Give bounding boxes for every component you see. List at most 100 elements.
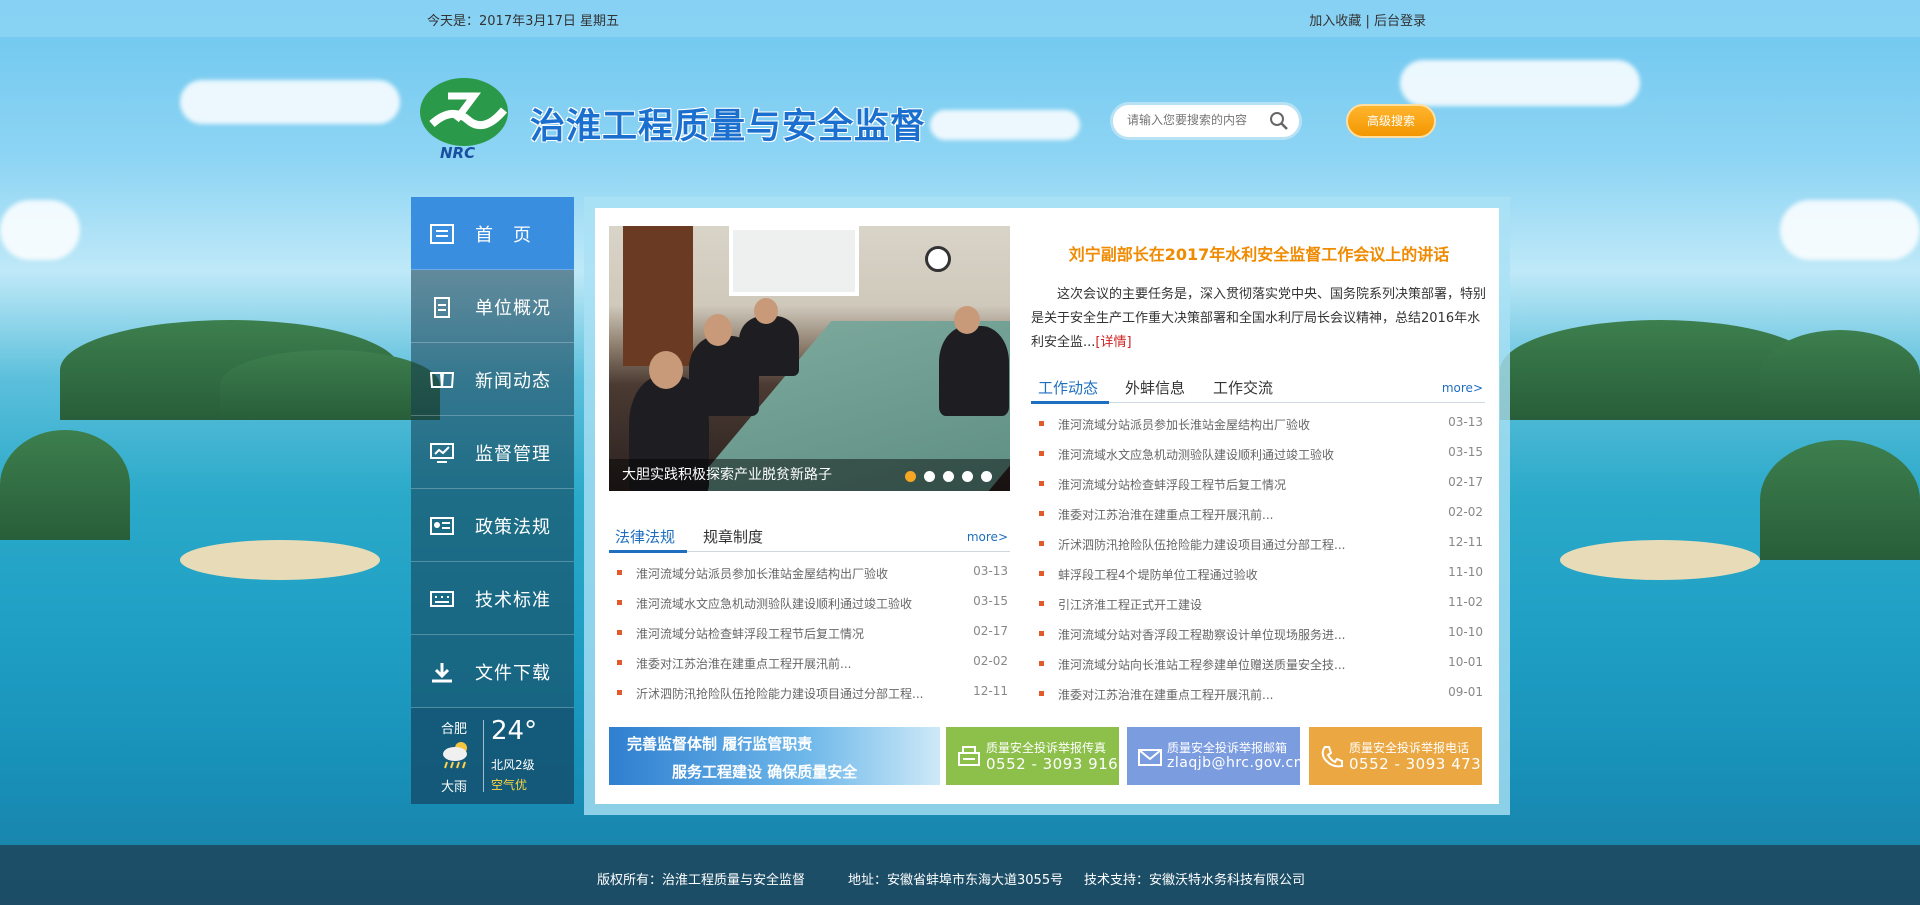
slider-dot[interactable]: [924, 471, 935, 482]
slogan-line-1: 完善监督体制 履行监管职责: [627, 735, 813, 753]
photo-person: [739, 316, 799, 376]
bookmark-link[interactable]: 加入收藏: [1309, 14, 1361, 29]
photo-person: [939, 326, 1009, 416]
admin-login-link[interactable]: 后台登录: [1374, 14, 1426, 29]
news-title[interactable]: 淮委对江苏治淮在建重点工程开展汛前...: [636, 655, 851, 672]
slider-dot[interactable]: [981, 471, 992, 482]
news-date: 10-01: [1448, 655, 1483, 669]
sidebar-item-supervision[interactable]: 监督管理: [411, 416, 574, 489]
work-news-more-link[interactable]: more>: [1442, 381, 1483, 395]
slider-dot[interactable]: [905, 471, 916, 482]
news-title[interactable]: 沂沭泗防汛抢险队伍抢险能力建设项目通过分部工程...: [636, 685, 923, 702]
news-title[interactable]: 淮河流域水文应急机动测验队建设顺利通过竣工验收: [636, 595, 912, 612]
photo-person-head: [754, 298, 778, 324]
list-item[interactable]: 淮河流域分站对香浮段工程勘察设计单位现场服务进... 10-10: [1031, 623, 1485, 653]
bullet: [1039, 541, 1044, 546]
news-date: 02-02: [973, 654, 1008, 668]
news-title[interactable]: 淮委对江苏治淮在建重点工程开展汛前...: [1058, 686, 1273, 703]
sidebar-item-news[interactable]: 新闻动态: [411, 343, 574, 416]
list-item[interactable]: 沂沭泗防汛抢险队伍抢险能力建设项目通过分部工程... 12-11: [1031, 533, 1485, 563]
sidebar-item-standards[interactable]: 技术标准: [411, 562, 574, 635]
work-news-tabs: 工作动态 外蚌信息 工作交流 more>: [1031, 373, 1485, 404]
news-title[interactable]: 淮河流域分站检查蚌浮段工程节后复工情况: [1058, 476, 1286, 493]
weather-widget: 合肥 大雨 24° 北风2级 空气优: [411, 708, 574, 804]
hill-shape: [0, 430, 130, 540]
list-item[interactable]: 沂沭泗防汛抢险队伍抢险能力建设项目通过分部工程... 12-11: [609, 682, 1010, 712]
list-item[interactable]: 淮河流域分站检查蚌浮段工程节后复工情况 02-17: [609, 622, 1010, 652]
contact-value: 0552 - 3093 473: [1349, 755, 1482, 773]
news-date: 02-17: [973, 624, 1008, 638]
slogan-line-2: 服务工程建设 确保质量安全: [672, 763, 858, 781]
list-item[interactable]: 淮河流域水文应急机动测验队建设顺利通过竣工验收 03-15: [1031, 443, 1485, 473]
nrc-logo-icon[interactable]: NRC: [412, 76, 516, 162]
search-icon[interactable]: [1269, 111, 1289, 131]
slider-dot[interactable]: [962, 471, 973, 482]
news-title[interactable]: 淮河流域分站对香浮段工程勘察设计单位现场服务进...: [1058, 626, 1345, 643]
detail-link[interactable]: [详情]: [1095, 335, 1131, 350]
sidebar-item-policy[interactable]: 政策法规: [411, 489, 574, 562]
tab-external-info[interactable]: 外蚌信息: [1125, 377, 1185, 398]
list-item[interactable]: 淮河流域分站派员参加长淮站金屋结构出厂验收 03-13: [1031, 413, 1485, 443]
advanced-search-button[interactable]: 高级搜索: [1346, 104, 1436, 138]
tab-laws[interactable]: 法律法规: [615, 526, 675, 547]
list-item[interactable]: 淮委对江苏治淮在建重点工程开展汛前... 02-02: [609, 652, 1010, 682]
tab-work-exchange[interactable]: 工作交流: [1213, 377, 1273, 398]
news-title[interactable]: 蚌浮段工程4个堤防单位工程通过验收: [1058, 566, 1258, 583]
sidebar-item-label: 首页: [475, 225, 551, 246]
sidebar-item-overview[interactable]: 单位概况: [411, 270, 574, 343]
phone-icon: [1321, 746, 1343, 768]
tab-work-updates[interactable]: 工作动态: [1038, 377, 1098, 398]
news-title[interactable]: 淮河流域分站向长淮站工程参建单位赠送质量安全技...: [1058, 656, 1345, 673]
bullet: [1039, 661, 1044, 666]
weather-city: 合肥: [441, 722, 468, 737]
news-slider[interactable]: 大胆实践积极探索产业脱贫新路子: [609, 226, 1010, 491]
news-title[interactable]: 淮委对江苏治淮在建重点工程开展汛前...: [1058, 506, 1273, 523]
bullet: [1039, 421, 1044, 426]
list-item[interactable]: 引江济淮工程正式开工建设 11-02: [1031, 593, 1485, 623]
sidebar-item-label: 监督管理: [475, 444, 551, 465]
footer-tech-support: 技术支持：安徽沃特水务科技有限公司: [1084, 873, 1306, 888]
contact-fax[interactable]: 质量安全投诉举报传真 0552 - 3093 916: [946, 727, 1119, 785]
news-title[interactable]: 沂沭泗防汛抢险队伍抢险能力建设项目通过分部工程...: [1058, 536, 1345, 553]
slogan-banner[interactable]: 完善监督体制 履行监管职责 服务工程建设 确保质量安全: [609, 727, 940, 785]
news-title[interactable]: 淮河流域水文应急机动测验队建设顺利通过竣工验收: [1058, 446, 1334, 463]
news-date: 03-15: [973, 594, 1008, 608]
bullet: [1039, 451, 1044, 456]
contact-title: 质量安全投诉举报电话: [1349, 741, 1470, 755]
news-title[interactable]: 淮河流域分站检查蚌浮段工程节后复工情况: [636, 625, 864, 642]
active-tab-indicator: [1031, 401, 1109, 404]
sidebar-item-home[interactable]: 首页: [411, 197, 574, 270]
featured-headline[interactable]: 刘宁副部长在2017年水利安全监督工作会议上的讲话: [1032, 241, 1486, 265]
list-item[interactable]: 淮河流域分站向长淮站工程参建单位赠送质量安全技... 10-01: [1031, 653, 1485, 683]
cloud-shape: [180, 80, 400, 124]
news-title[interactable]: 淮河流域分站派员参加长淮站金屋结构出厂验收: [1058, 416, 1310, 433]
active-tab-indicator: [609, 550, 687, 553]
list-item[interactable]: 淮河流域分站派员参加长淮站金屋结构出厂验收 03-13: [609, 562, 1010, 592]
book-icon: [429, 372, 455, 388]
list-item[interactable]: 淮河流域分站检查蚌浮段工程节后复工情况 02-17: [1031, 473, 1485, 503]
contact-value: 0552 - 3093 916: [986, 755, 1119, 773]
list-item[interactable]: 淮委对江苏治淮在建重点工程开展汛前... 02-02: [1031, 503, 1485, 533]
bullet: [617, 600, 622, 605]
slider-dot[interactable]: [943, 471, 954, 482]
list-item[interactable]: 淮河流域水文应急机动测验队建设顺利通过竣工验收 03-15: [609, 592, 1010, 622]
contact-phone[interactable]: 质量安全投诉举报电话 0552 - 3093 473: [1309, 727, 1482, 785]
slider-caption[interactable]: 大胆实践积极探索产业脱贫新路子: [622, 464, 832, 484]
law-news-more-link[interactable]: more>: [967, 530, 1008, 544]
tab-regulations[interactable]: 规章制度: [703, 526, 763, 547]
news-date: 10-10: [1448, 625, 1483, 639]
sidebar-item-downloads[interactable]: 文件下载: [411, 635, 574, 708]
monitor-icon: [430, 443, 454, 463]
current-date: 今天是：2017年3月17日 星期五: [427, 14, 620, 29]
list-item[interactable]: 蚌浮段工程4个堤防单位工程通过验收 11-10: [1031, 563, 1485, 593]
news-title[interactable]: 引江济淮工程正式开工建设: [1058, 596, 1202, 613]
bullet: [617, 690, 622, 695]
search-input[interactable]: [1127, 113, 1267, 127]
site-title: 治淮工程质量与安全监督: [530, 107, 927, 147]
contact-email[interactable]: 质量安全投诉举报邮箱 zlaqjb@hrc.gov.cn: [1127, 727, 1303, 785]
list-item[interactable]: 淮委对江苏治淮在建重点工程开展汛前... 09-01: [1031, 683, 1485, 713]
clipboard-icon: [434, 297, 450, 318]
news-title[interactable]: 淮河流域分站派员参加长淮站金屋结构出厂验收: [636, 565, 888, 582]
law-news-list: 淮河流域分站派员参加长淮站金屋结构出厂验收 03-13 淮河流域水文应急机动测验队…: [609, 562, 1010, 712]
top-links: 加入收藏 | 后台登录: [1309, 10, 1426, 29]
